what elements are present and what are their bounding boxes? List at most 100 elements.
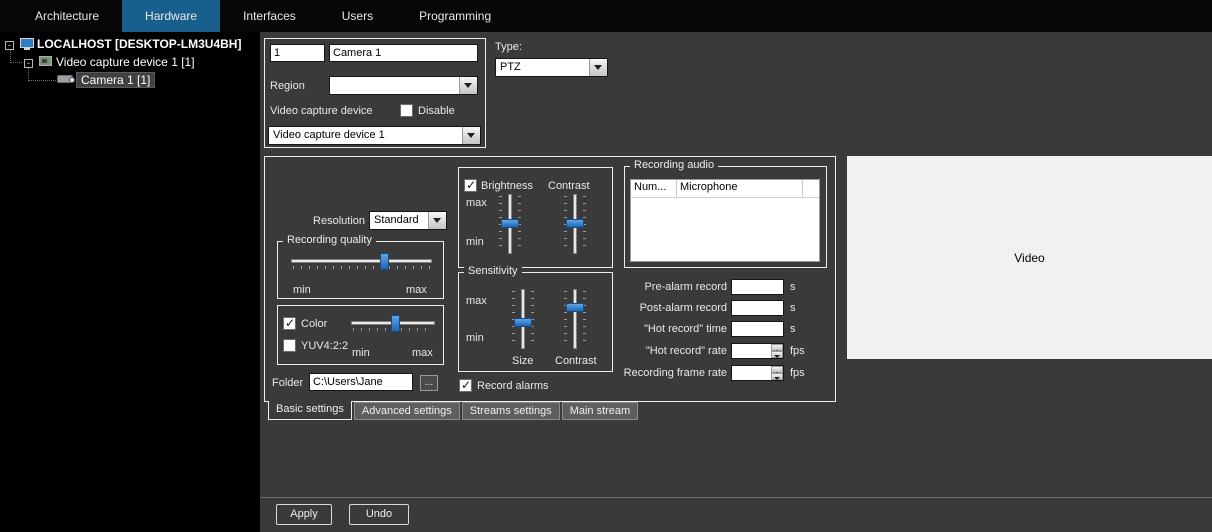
tab-basic-settings[interactable]: Basic settings [268, 401, 352, 420]
tab-advanced-settings[interactable]: Advanced settings [354, 402, 460, 420]
tab-streams-settings[interactable]: Streams settings [462, 402, 560, 420]
spin-down-icon[interactable] [771, 351, 783, 358]
quality-min-label: min [293, 284, 311, 296]
apply-button[interactable]: Apply [276, 504, 332, 525]
folder-field[interactable] [309, 373, 413, 391]
contrast-label: Contrast [548, 180, 590, 192]
color-slider[interactable] [351, 315, 435, 332]
capture-device-label: Video capture device [270, 105, 373, 117]
slider-handle[interactable] [566, 219, 584, 228]
hot-record-time-label: "Hot record" time [598, 323, 727, 335]
column-header-microphone[interactable]: Microphone [677, 180, 803, 197]
brightness-min-label: min [466, 236, 484, 248]
brightness-max-label: max [466, 197, 487, 209]
spin-up-icon[interactable] [771, 366, 783, 373]
column-header-num[interactable]: Num... [631, 180, 677, 197]
slider-track[interactable] [573, 289, 577, 349]
nav-tab-architecture[interactable]: Architecture [12, 0, 122, 32]
type-dropdown[interactable]: PTZ [495, 58, 608, 77]
nav-tab-hardware[interactable]: Hardware [122, 0, 220, 32]
chevron-down-icon[interactable] [462, 127, 480, 144]
brightness-slider[interactable] [497, 194, 523, 254]
tree-item-camera[interactable]: Camera 1 [1] [76, 72, 155, 88]
tree-toggle-icon[interactable]: - [5, 41, 14, 50]
slider-ticks [583, 291, 586, 347]
chevron-down-icon[interactable] [459, 77, 477, 94]
recording-quality-slider[interactable] [291, 253, 432, 270]
sensitivity-max-label: max [466, 295, 487, 307]
folder-browse-button[interactable]: ... [420, 375, 438, 391]
capture-device-icon [39, 56, 52, 66]
camera-name-field[interactable] [329, 44, 478, 62]
region-label: Region [270, 80, 305, 92]
pre-alarm-record-unit: s [790, 281, 796, 293]
sensitivity-contrast-slider[interactable] [562, 289, 588, 349]
slider-handle[interactable] [514, 318, 532, 327]
disable-label: Disable [418, 105, 455, 117]
region-dropdown[interactable] [329, 76, 478, 95]
spin-up-icon[interactable] [771, 344, 783, 351]
contrast-slider[interactable] [562, 194, 588, 254]
record-alarms-checkbox[interactable] [459, 379, 472, 392]
tree-connector [11, 62, 22, 63]
size-label: Size [512, 355, 533, 367]
spin-down-icon[interactable] [771, 373, 783, 380]
recording-audio-table[interactable]: Num... Microphone [630, 179, 820, 262]
slider-handle[interactable] [501, 219, 519, 228]
type-dropdown-value: PTZ [500, 61, 521, 73]
type-label: Type: [495, 41, 522, 53]
sensitivity-min-label: min [466, 332, 484, 344]
post-alarm-record-label: Post-alarm record [598, 302, 727, 314]
nav-tab-interfaces[interactable]: Interfaces [220, 0, 319, 32]
settings-tab-strip: Basic settings Advanced settings Streams… [268, 401, 640, 420]
slider-track[interactable] [291, 259, 432, 263]
color-min-label: min [352, 347, 370, 359]
resolution-dropdown[interactable]: Standard [369, 211, 447, 230]
undo-button[interactable]: Undo [349, 504, 409, 525]
video-preview-label: Video [1014, 251, 1044, 265]
color-label: Color [301, 318, 327, 330]
camera-id-field[interactable] [270, 44, 325, 62]
tree-item-localhost[interactable]: LOCALHOST [DESKTOP-LM3U4BH] [37, 37, 241, 51]
recording-frame-rate-field[interactable] [731, 365, 784, 381]
brightness-label: Brightness [481, 180, 533, 192]
slider-handle[interactable] [391, 315, 400, 332]
hot-record-time-unit: s [790, 323, 796, 335]
pre-alarm-record-input[interactable] [732, 280, 783, 294]
hot-record-time-input[interactable] [732, 322, 783, 336]
chevron-down-icon[interactable] [589, 59, 607, 76]
tree-item-capture-device[interactable]: Video capture device 1 [1] [56, 55, 195, 69]
nav-tab-programming[interactable]: Programming [396, 0, 514, 32]
pre-alarm-record-field[interactable] [731, 279, 784, 295]
tree-toggle-icon[interactable]: - [24, 59, 33, 68]
recording-frame-rate-label: Recording frame rate [598, 367, 727, 379]
color-checkbox[interactable] [283, 317, 296, 330]
color-max-label: max [412, 347, 433, 359]
tab-main-stream[interactable]: Main stream [562, 402, 639, 420]
chevron-down-icon[interactable] [428, 212, 446, 229]
sensitivity-size-slider[interactable] [510, 289, 536, 349]
post-alarm-record-input[interactable] [732, 301, 783, 315]
spinner [771, 344, 783, 358]
top-nav: Architecture Hardware Interfaces Users P… [0, 0, 1212, 32]
sensitivity-title: Sensitivity [464, 265, 522, 277]
column-header-blank [803, 180, 819, 197]
slider-handle[interactable] [380, 253, 389, 270]
slider-ticks [293, 266, 430, 269]
yuv-label: YUV4:2:2 [301, 340, 348, 352]
hot-record-time-field[interactable] [731, 321, 784, 337]
capture-device-dropdown[interactable]: Video capture device 1 [268, 126, 481, 145]
recording-audio-header: Num... Microphone [631, 180, 819, 198]
recording-quality-title: Recording quality [283, 234, 376, 246]
quality-max-label: max [406, 284, 427, 296]
hot-record-rate-label: "Hot record" rate [598, 345, 727, 357]
yuv-checkbox[interactable] [283, 339, 296, 352]
brightness-checkbox[interactable] [464, 179, 477, 192]
hot-record-rate-field[interactable] [731, 343, 784, 359]
resolution-dropdown-value: Standard [374, 214, 419, 226]
post-alarm-record-field[interactable] [731, 300, 784, 316]
device-tree: - LOCALHOST [DESKTOP-LM3U4BH] - Video ca… [0, 32, 260, 532]
disable-checkbox[interactable] [400, 104, 413, 117]
nav-tab-users[interactable]: Users [319, 0, 396, 32]
slider-handle[interactable] [566, 303, 584, 312]
